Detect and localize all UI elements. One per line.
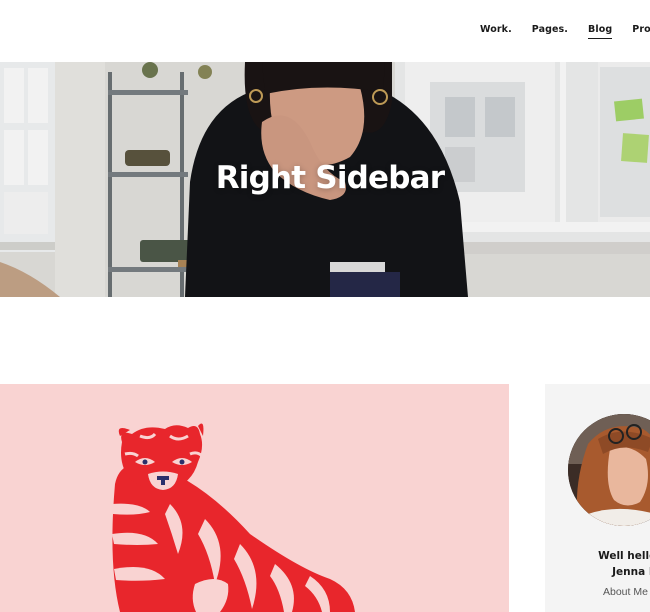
nav-item-work[interactable]: Work. [480,24,512,39]
author-greeting: Well hello there Jenna Palm [545,548,650,580]
author-avatar [568,414,650,526]
page-title: Right Sidebar [215,160,445,196]
hero-banner: Right Sidebar [0,62,650,297]
tiger-illustration [112,423,355,612]
main-nav: Work. Pages. Blog Products [480,24,650,39]
right-sidebar: Well hello there Jenna Palm About Me [545,384,650,612]
site-header: Work. Pages. Blog Products [0,0,650,62]
nav-item-pages[interactable]: Pages. [532,24,568,39]
greeting-line-1: Well hello there [598,550,650,562]
author-name: Jenna Palm [612,566,650,578]
featured-post-image[interactable] [0,384,509,612]
about-me-link[interactable]: About Me [603,586,648,598]
author-photo [568,414,650,526]
nav-item-products[interactable]: Products [632,24,650,39]
nav-item-blog[interactable]: Blog [588,24,613,39]
